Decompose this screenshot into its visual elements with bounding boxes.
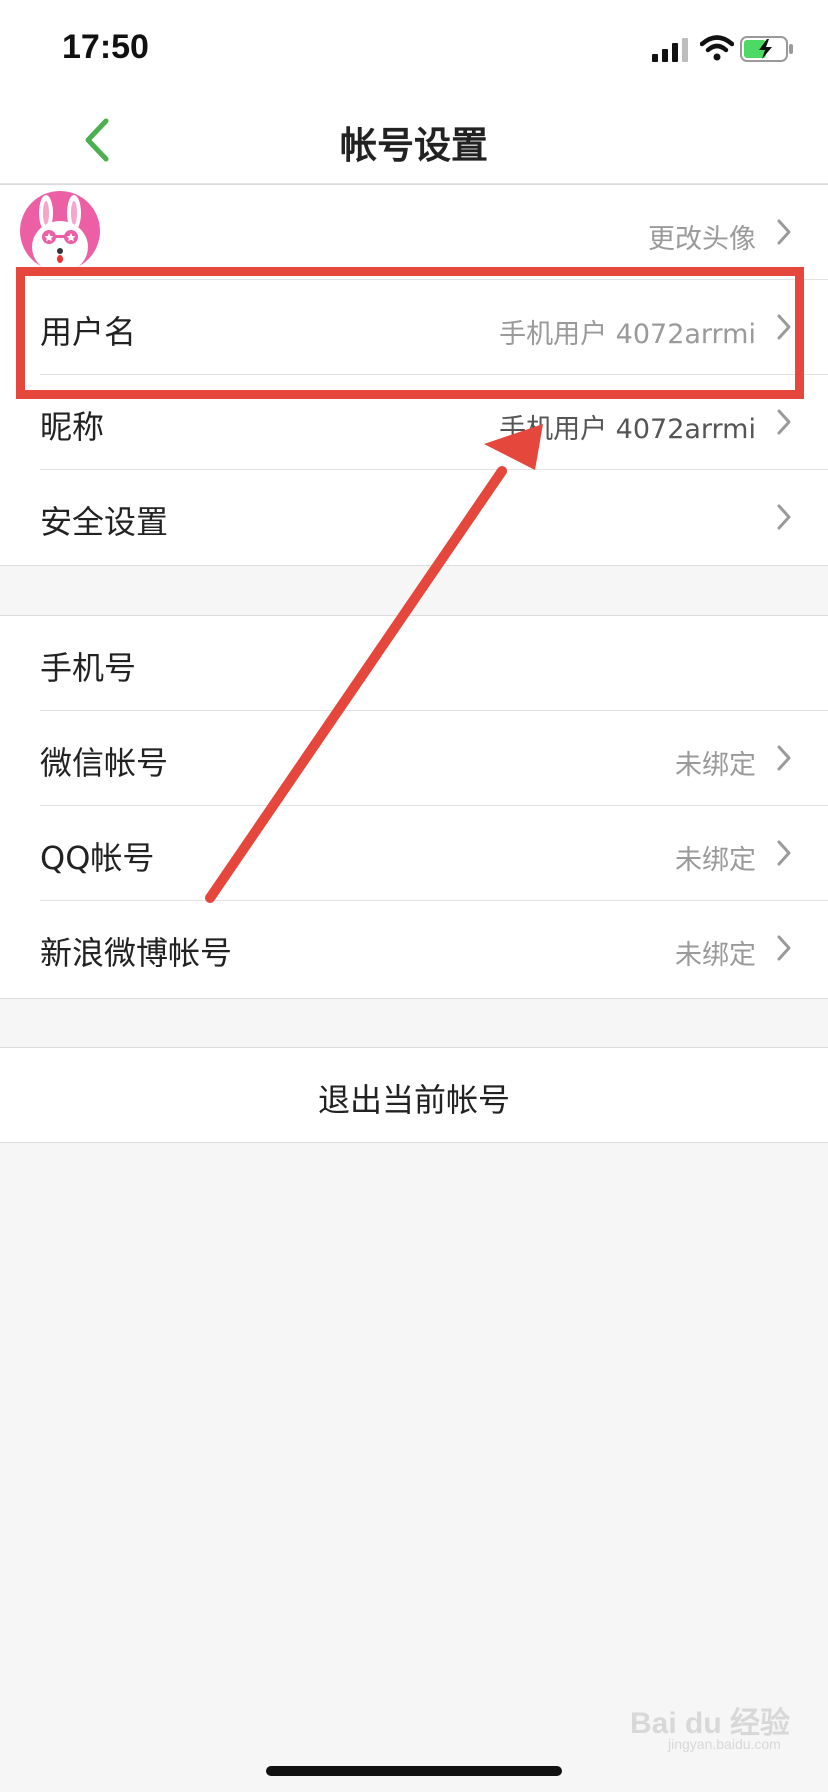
cellular-signal-icon [652, 38, 688, 62]
chevron-right-icon [777, 219, 791, 245]
qq-binding-status: 未绑定 [675, 845, 756, 876]
chevron-right-icon [777, 409, 791, 435]
nickname-row[interactable]: 昵称 手机用户 4072arrmi [0, 375, 828, 470]
change-avatar-row[interactable]: 更改头像 [0, 185, 828, 280]
security-settings-row[interactable]: 安全设置 [0, 470, 828, 565]
qq-account-row[interactable]: QQ帐号 未绑定 [0, 806, 828, 901]
logout-button[interactable]: 退出当前帐号 [0, 1047, 828, 1143]
avatar[interactable] [20, 191, 100, 271]
rabbit-avatar-icon [20, 191, 100, 271]
nickname-value: 手机用户 4072arrmi [499, 414, 756, 445]
change-avatar-label: 更改头像 [648, 224, 756, 255]
logout-label: 退出当前帐号 [317, 1081, 510, 1119]
username-label: 用户名 [40, 313, 137, 351]
home-indicator[interactable] [266, 1766, 562, 1776]
chevron-right-icon [777, 504, 791, 530]
wechat-account-row[interactable]: 微信帐号 未绑定 [0, 711, 828, 806]
chevron-right-icon [777, 314, 791, 340]
phone-number-row[interactable]: 手机号 [0, 616, 828, 711]
qq-account-label: QQ帐号 [40, 839, 155, 877]
username-value: 手机用户 4072arrmi [499, 319, 756, 350]
status-bar: 17:50 [0, 0, 828, 95]
profile-settings-group: 更改头像 用户名 手机用户 4072arrmi 昵称 手机用户 4072arrm… [0, 184, 828, 566]
wechat-binding-status: 未绑定 [675, 750, 756, 781]
username-row[interactable]: 用户名 手机用户 4072arrmi [0, 280, 828, 375]
security-settings-label: 安全设置 [40, 503, 169, 541]
wifi-icon [700, 35, 734, 61]
chevron-right-icon [777, 935, 791, 961]
navigation-bar: 帐号设置 [0, 95, 828, 184]
weibo-account-row[interactable]: 新浪微博帐号 未绑定 [0, 901, 828, 996]
chevron-right-icon [777, 745, 791, 771]
weibo-account-label: 新浪微博帐号 [40, 934, 233, 972]
phone-number-label: 手机号 [40, 649, 137, 687]
chevron-right-icon [777, 840, 791, 866]
weibo-binding-status: 未绑定 [675, 940, 756, 971]
watermark-url: jingyan.baidu.com [668, 1736, 781, 1752]
wechat-account-label: 微信帐号 [40, 744, 169, 782]
status-time: 17:50 [62, 28, 149, 66]
battery-charging-icon [740, 36, 793, 62]
page-title: 帐号设置 [340, 124, 488, 167]
account-bindings-group: 手机号 微信帐号 未绑定 QQ帐号 未绑定 新浪微博帐号 未绑定 [0, 615, 828, 999]
nickname-label: 昵称 [40, 408, 105, 446]
